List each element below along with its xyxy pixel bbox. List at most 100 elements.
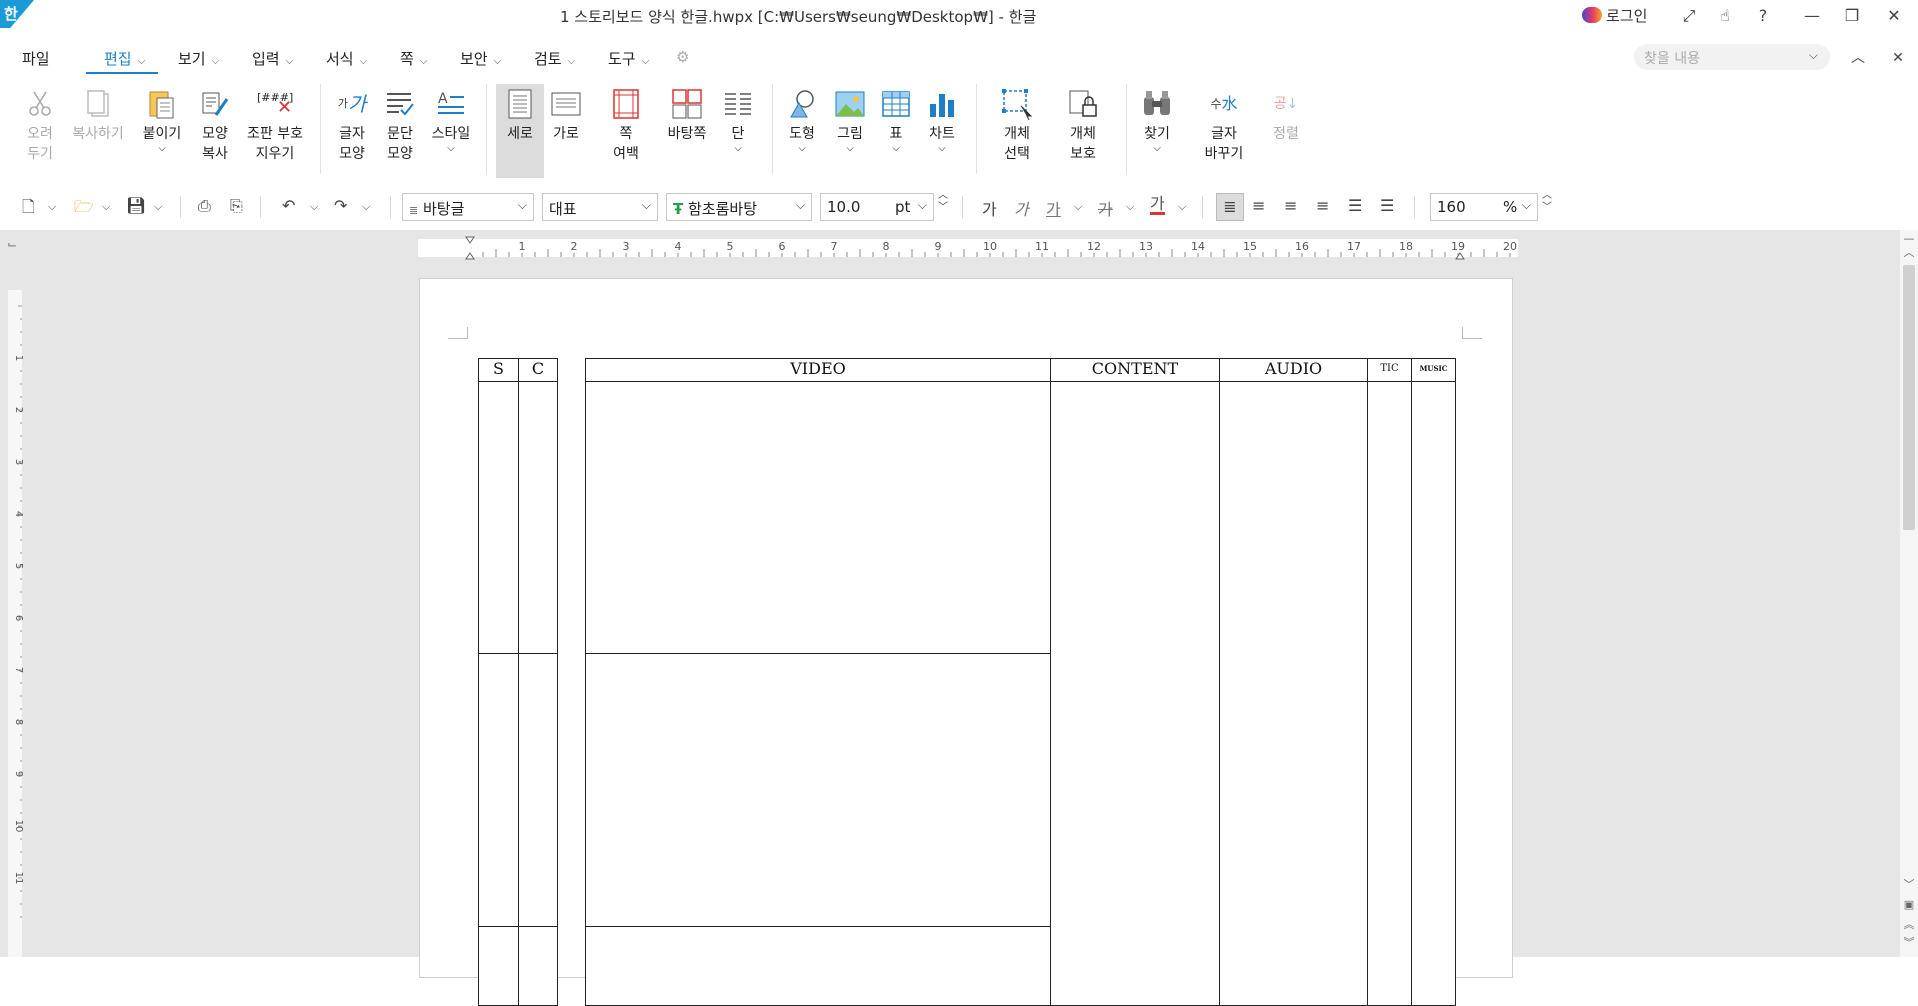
strike-dropdown-icon[interactable]: ⌵ bbox=[1126, 200, 1134, 214]
ribbon-options-icon[interactable]: ⚙ bbox=[676, 48, 689, 66]
redo-icon[interactable]: ↷ bbox=[334, 196, 347, 215]
font-size-spinner[interactable]: ︿ ﹀ bbox=[938, 190, 948, 214]
header-c[interactable]: C bbox=[518, 358, 558, 382]
cut-button[interactable]: 오려 두기 bbox=[18, 84, 62, 164]
columns-button[interactable]: 단 ⌵ bbox=[720, 84, 756, 154]
prev-page-icon[interactable]: ︽ bbox=[1900, 916, 1918, 932]
picture-button[interactable]: 그림 ⌵ bbox=[830, 84, 870, 154]
underline-dropdown-icon[interactable]: ⌵ bbox=[1074, 200, 1082, 214]
menu-page[interactable]: 쪽 ⌵ bbox=[400, 48, 427, 69]
page-margin-button[interactable]: 쪽 여백 bbox=[604, 84, 648, 164]
header-content[interactable]: CONTENT bbox=[1050, 358, 1220, 382]
table-button[interactable]: 표 ⌵ bbox=[878, 84, 914, 154]
master-page-button[interactable]: 바탕쪽 bbox=[662, 84, 712, 144]
font-size-input[interactable]: 10.0 pt ⌵ bbox=[820, 193, 934, 221]
touch-mode-icon[interactable]: ☝ bbox=[1714, 4, 1736, 28]
style-button[interactable]: A 스타일 ⌵ bbox=[428, 84, 474, 154]
print-preview-icon[interactable]: ⎘ bbox=[230, 196, 243, 216]
landscape-button[interactable]: 가로 bbox=[548, 84, 584, 144]
collapse-ribbon-icon[interactable]: ︿ bbox=[1846, 46, 1870, 70]
menu-insert[interactable]: 입력 ⌵ bbox=[252, 48, 293, 69]
open-dropdown-icon[interactable]: ⌵ bbox=[102, 200, 110, 214]
header-s[interactable]: S bbox=[478, 358, 519, 382]
portrait-button[interactable]: 세로 bbox=[496, 84, 544, 144]
align-justify-icon[interactable]: ≣ bbox=[1216, 193, 1244, 221]
scene-cell[interactable] bbox=[478, 381, 519, 654]
document-page[interactable]: S C VIDEO CONTENT AUDIO TIC MUSIC bbox=[419, 278, 1513, 1006]
header-tic[interactable]: TIC bbox=[1367, 358, 1412, 382]
undo-dropdown-icon[interactable]: ⌵ bbox=[310, 200, 318, 214]
print-icon[interactable]: ⎙ bbox=[198, 196, 211, 216]
chart-button[interactable]: 차트 ⌵ bbox=[922, 84, 962, 154]
paste-button[interactable]: 붙이기 ⌵ bbox=[138, 84, 186, 154]
zoom-input[interactable]: 160% ⌵ bbox=[1430, 193, 1538, 221]
align-right-icon[interactable]: ≡ bbox=[1316, 196, 1329, 215]
cut-cell[interactable] bbox=[518, 926, 558, 1006]
outline-select[interactable]: 대표 ⌵ bbox=[542, 193, 658, 221]
scroll-down-icon[interactable]: ﹀ bbox=[1900, 876, 1918, 892]
redo-dropdown-icon[interactable]: ⌵ bbox=[362, 200, 370, 214]
content-cell[interactable] bbox=[1050, 381, 1220, 1006]
menu-edit[interactable]: 편집 ⌵ bbox=[104, 48, 145, 69]
protect-object-button[interactable]: 개체 보호 bbox=[1060, 84, 1106, 164]
header-audio[interactable]: AUDIO bbox=[1219, 358, 1368, 382]
tic-cell[interactable] bbox=[1367, 381, 1412, 1006]
zoom-spinner[interactable]: ︿ ﹀ bbox=[1542, 190, 1552, 214]
align-divide-icon[interactable]: ☰ bbox=[1380, 196, 1394, 215]
format-copy-button[interactable]: 모양 복사 bbox=[194, 84, 236, 164]
menu-review[interactable]: 검토 ⌵ bbox=[534, 48, 575, 69]
header-video[interactable]: VIDEO bbox=[585, 358, 1051, 382]
page-view-icon[interactable]: ▣ bbox=[1900, 898, 1918, 911]
font-color-dropdown-icon[interactable]: ⌵ bbox=[1178, 200, 1186, 214]
search-input[interactable]: 찾을 내용 ⌵ bbox=[1634, 44, 1830, 70]
remove-codes-button[interactable]: [###] ✕ 조판 부호 지우기 bbox=[242, 84, 308, 164]
new-dropdown-icon[interactable]: ⌵ bbox=[48, 200, 56, 214]
scene-cell[interactable] bbox=[478, 926, 519, 1006]
video-cell[interactable] bbox=[585, 653, 1051, 927]
align-distribute-icon[interactable]: ☰ bbox=[1348, 196, 1362, 215]
tab-stop-selector-icon[interactable]: ⌙ bbox=[7, 237, 17, 251]
scene-cell[interactable] bbox=[478, 653, 519, 927]
cut-cell[interactable] bbox=[518, 381, 558, 654]
font-color-button[interactable]: 가 bbox=[1150, 196, 1165, 215]
italic-button[interactable]: 가 bbox=[1014, 196, 1029, 220]
find-button[interactable]: 찾기 ⌵ bbox=[1136, 84, 1178, 154]
bold-button[interactable]: 가 bbox=[982, 196, 997, 220]
login-button[interactable]: 로그인 bbox=[1582, 5, 1647, 27]
close-icon[interactable]: ✕ bbox=[1882, 4, 1906, 28]
close-document-icon[interactable]: ✕ bbox=[1886, 46, 1910, 70]
style-select[interactable]: ≣ 바탕글 ⌵ bbox=[402, 193, 534, 221]
minimize-icon[interactable]: — bbox=[1800, 4, 1824, 28]
next-page-icon[interactable]: ︾ bbox=[1900, 934, 1918, 950]
menu-view[interactable]: 보기 ⌵ bbox=[178, 48, 219, 69]
help-button[interactable]: ? bbox=[1752, 4, 1774, 28]
menu-tools[interactable]: 도구 ⌵ bbox=[608, 48, 649, 69]
restore-icon[interactable]: ❐ bbox=[1840, 4, 1864, 28]
align-center-icon[interactable]: ≡ bbox=[1284, 196, 1297, 215]
fullscreen-icon[interactable]: ⤢ bbox=[1678, 4, 1700, 28]
scroll-up-icon[interactable]: ︿ bbox=[1900, 244, 1918, 260]
video-cell[interactable] bbox=[585, 926, 1051, 1006]
copy-button[interactable]: 복사하기 bbox=[68, 84, 128, 144]
scrollbar-thumb[interactable] bbox=[1903, 265, 1915, 530]
font-select[interactable]: Ŧ 함초롬바탕 ⌵ bbox=[666, 193, 812, 221]
shape-button[interactable]: 도형 ⌵ bbox=[782, 84, 822, 154]
music-cell[interactable] bbox=[1411, 381, 1456, 1006]
char-shape-button[interactable]: 가가 글자 모양 bbox=[332, 84, 372, 164]
align-left-icon[interactable]: ≡ bbox=[1252, 196, 1265, 215]
strikethrough-button[interactable]: 가 bbox=[1098, 196, 1113, 220]
para-shape-button[interactable]: 문단 모양 bbox=[380, 84, 420, 164]
new-document-icon[interactable]: 🗋 bbox=[22, 196, 35, 223]
header-music[interactable]: MUSIC bbox=[1411, 358, 1456, 382]
cut-cell[interactable] bbox=[518, 653, 558, 927]
menu-format[interactable]: 서식 ⌵ bbox=[326, 48, 367, 69]
save-icon[interactable]: 💾︎ bbox=[126, 196, 146, 215]
menu-file[interactable]: 파일 bbox=[22, 48, 50, 69]
save-dropdown-icon[interactable]: ⌵ bbox=[154, 200, 162, 214]
hangul-logo-icon[interactable]: 한 bbox=[0, 0, 34, 28]
replace-char-button[interactable]: 수水 글자 바꾸기 bbox=[1198, 84, 1250, 164]
vertical-ruler[interactable]: 1234567891011 bbox=[4, 290, 26, 957]
undo-icon[interactable]: ↶ bbox=[282, 196, 295, 215]
open-folder-icon[interactable]: 🗁 bbox=[74, 196, 94, 223]
horizontal-ruler[interactable]: 1 2 3 4 5 6 7 8 9 10 11 12 13 14 15 16 17 18 19 20 bbox=[418, 233, 1518, 261]
